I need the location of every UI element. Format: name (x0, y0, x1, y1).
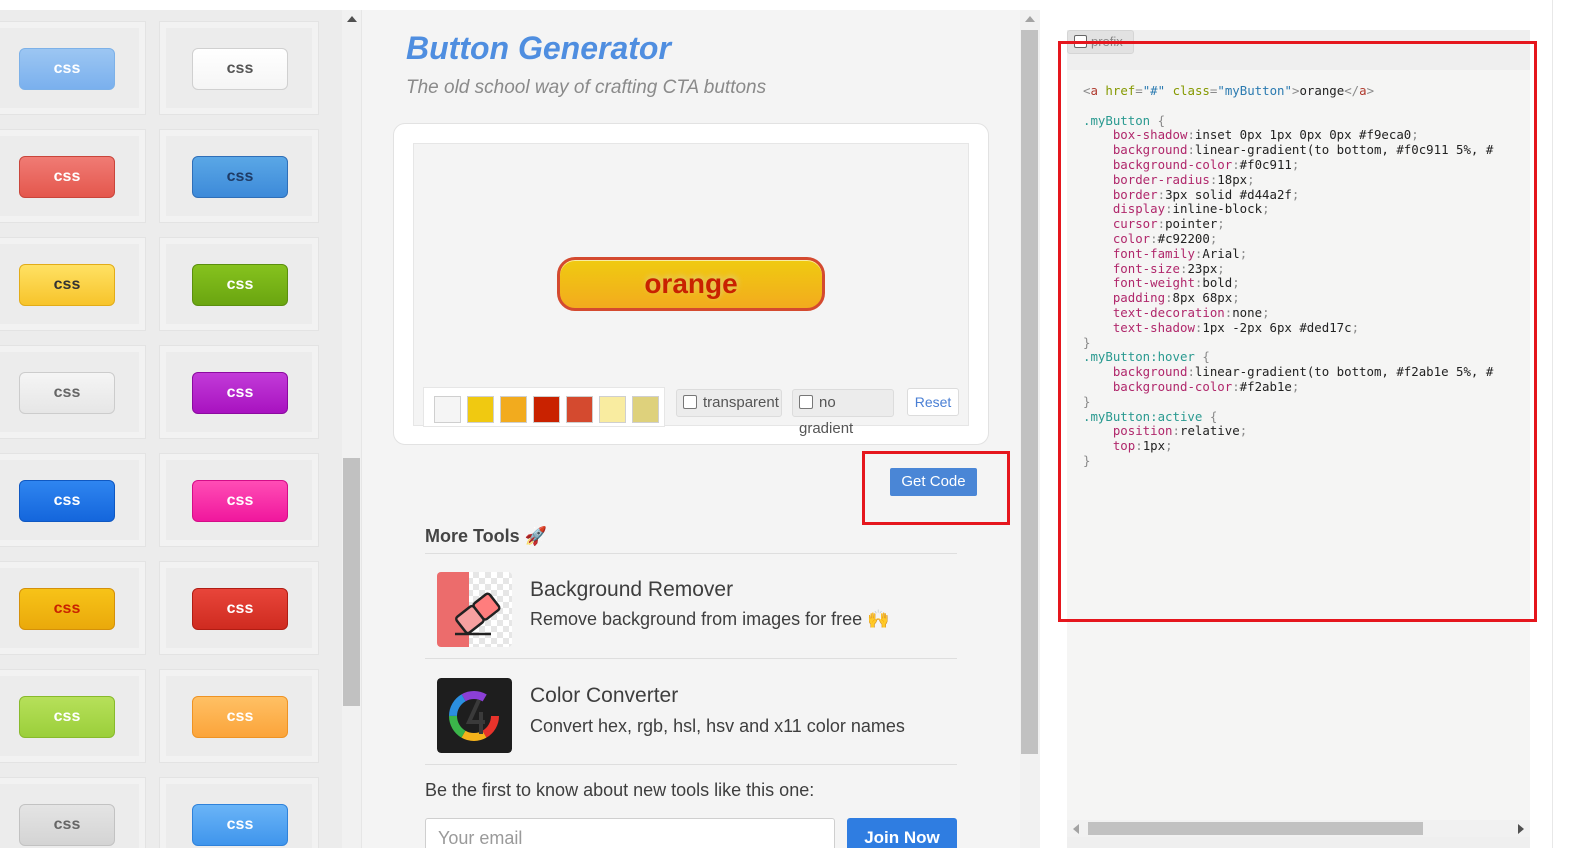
transparent-checkbox[interactable] (683, 395, 697, 409)
gallery-cell: css (159, 345, 319, 439)
divider (425, 658, 957, 659)
page-subtitle: The old school way of crafting CTA butto… (406, 77, 767, 98)
preview-button[interactable]: orange (557, 257, 825, 311)
more-tools-heading: More Tools 🚀 (425, 526, 548, 546)
gallery-cell: css (0, 129, 146, 223)
no-gradient-option[interactable]: no gradient (792, 389, 894, 437)
gallery-css-button[interactable]: css (19, 588, 115, 630)
gallery-cell: css (0, 345, 146, 439)
scroll-right-arrow-icon[interactable] (1518, 824, 1524, 834)
scroll-left-arrow-icon[interactable] (1073, 824, 1079, 834)
gallery-cell: css (159, 129, 319, 223)
generator-panel: Button Generator The old school way of c… (362, 10, 1020, 848)
eraser-icon[interactable] (437, 572, 512, 647)
highlight-box-get-code (862, 451, 1010, 525)
gallery-cell: css (0, 777, 146, 848)
preview-card: orange transparent no gradient Reset (393, 123, 989, 445)
color-swatch-bar (423, 387, 665, 427)
gallery-scrollbar[interactable] (342, 10, 362, 848)
join-now-button[interactable]: Join Now (847, 818, 957, 848)
gallery-cell: css (0, 561, 146, 655)
button-gallery: css css css css css css css css css css css css css c… (0, 10, 342, 848)
gallery-css-button[interactable]: css (192, 696, 288, 738)
gallery-css-button[interactable]: css (192, 588, 288, 630)
gallery-cell: css (159, 777, 319, 848)
highlight-box-code-output (1058, 41, 1537, 622)
gallery-cell: css (0, 669, 146, 763)
gallery-css-button[interactable]: css (19, 372, 115, 414)
gallery-css-button[interactable]: css (192, 804, 288, 846)
gallery-css-button[interactable]: css (192, 156, 288, 198)
gallery-cell: css (159, 561, 319, 655)
email-field[interactable] (425, 818, 835, 848)
gallery-css-button[interactable]: css (192, 480, 288, 522)
reset-button[interactable]: Reset (907, 388, 959, 416)
gallery-cell: css (0, 453, 146, 547)
center-scroll-thumb[interactable] (1021, 30, 1038, 754)
color-swatch[interactable] (434, 396, 461, 423)
no-gradient-checkbox[interactable] (799, 395, 813, 409)
tool-title[interactable]: Color Converter (530, 684, 678, 708)
transparent-label: transparent (703, 394, 779, 411)
gallery-css-button[interactable]: css (19, 264, 115, 306)
gallery-cell: css (159, 21, 319, 115)
gallery-css-button[interactable]: css (192, 372, 288, 414)
gallery-css-button[interactable]: css (19, 696, 115, 738)
code-horizontal-scrollbar[interactable] (1067, 820, 1530, 837)
gallery-cell: css (159, 237, 319, 331)
color-swatch[interactable] (467, 396, 494, 423)
tool-description: Remove background from images for free 🙌 (530, 609, 890, 629)
newsletter-text: Be the first to know about new tools lik… (425, 780, 815, 800)
gallery-css-button[interactable]: css (19, 480, 115, 522)
color-wheel-icon[interactable] (437, 678, 512, 753)
code-scroll-thumb[interactable] (1088, 822, 1423, 835)
divider (425, 553, 957, 554)
transparent-option[interactable]: transparent (676, 389, 782, 417)
color-swatch[interactable] (500, 396, 527, 423)
page: css css css css css css css css css css css css css c… (0, 0, 1590, 848)
tool-title[interactable]: Background Remover (530, 578, 733, 602)
color-swatch[interactable] (566, 396, 593, 423)
gallery-cell: css (159, 669, 319, 763)
gallery-cell: css (0, 21, 146, 115)
gallery-css-button[interactable]: css (192, 264, 288, 306)
gallery-css-button[interactable]: css (19, 156, 115, 198)
scroll-up-arrow-icon[interactable] (347, 16, 357, 22)
preview-area: orange transparent no gradient Reset (413, 143, 969, 437)
window-edge (1552, 0, 1590, 848)
tool-description: Convert hex, rgb, hsl, hsv and x11 color… (530, 716, 905, 736)
gallery-scroll-thumb[interactable] (343, 458, 360, 706)
scroll-up-arrow-icon[interactable] (1025, 16, 1035, 22)
gallery-cell: css (0, 237, 146, 331)
color-swatch[interactable] (533, 396, 560, 423)
gallery-cell: css (159, 453, 319, 547)
gallery-css-button[interactable]: css (19, 804, 115, 846)
center-scrollbar[interactable] (1020, 10, 1040, 848)
gallery-css-button[interactable]: css (192, 48, 288, 90)
gallery-css-button[interactable]: css (19, 48, 115, 90)
page-title: Button Generator (406, 30, 671, 66)
color-swatch[interactable] (632, 396, 659, 423)
color-swatch[interactable] (599, 396, 626, 423)
divider (425, 764, 957, 765)
